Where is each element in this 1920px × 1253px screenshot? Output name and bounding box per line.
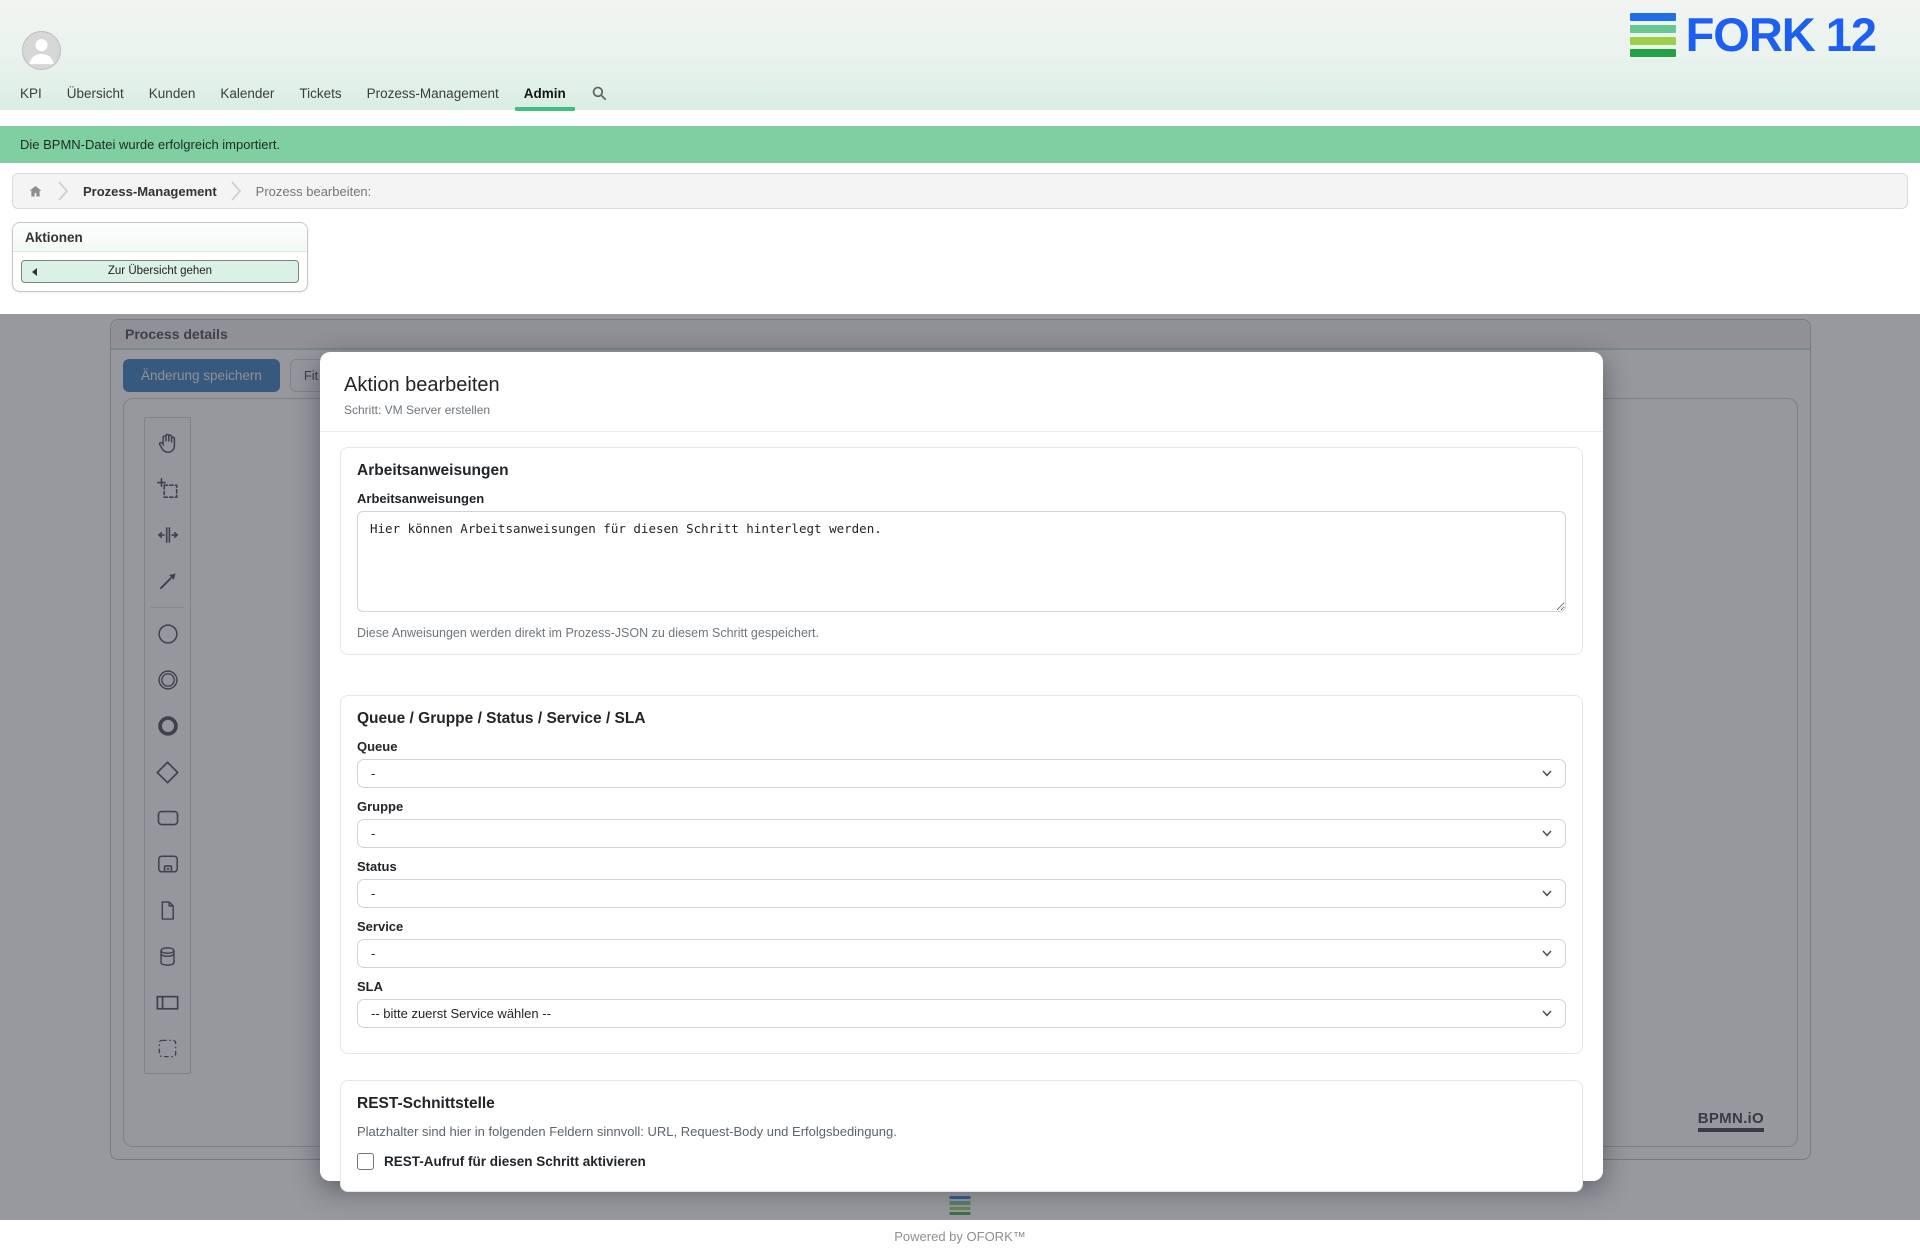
gruppe-label: Gruppe	[357, 799, 1566, 814]
assignment-heading: Queue / Gruppe / Status / Service / SLA	[357, 710, 1566, 728]
modal-header: Aktion bearbeiten Schritt: VM Server ers…	[320, 352, 1603, 432]
gruppe-select[interactable]: -	[357, 819, 1566, 848]
chevron-right-icon	[231, 180, 242, 202]
logo-number: 12	[1826, 13, 1876, 57]
service-label: Service	[357, 919, 1566, 934]
rest-enable-checkbox-label: REST-Aufruf für diesen Schritt aktiviere…	[384, 1154, 646, 1169]
nav-item-uebersicht[interactable]: Übersicht	[67, 86, 124, 101]
queue-label: Queue	[357, 739, 1566, 754]
rest-enable-checkbox[interactable]	[357, 1153, 374, 1170]
user-silhouette-icon	[23, 32, 60, 69]
nav-item-tickets[interactable]: Tickets	[299, 86, 341, 101]
app-header: KPI Übersicht Kunden Kalender Tickets Pr…	[0, 0, 1920, 110]
aktionen-widget-title: Aktionen	[13, 223, 307, 252]
triangle-left-icon	[32, 268, 37, 276]
chevron-down-icon	[1542, 950, 1552, 957]
search-icon[interactable]	[591, 85, 607, 101]
logo-text: FORK	[1686, 13, 1815, 57]
rest-interface-card: REST-Schnittstelle Platzhalter sind hier…	[340, 1080, 1583, 1192]
avatar[interactable]	[22, 31, 61, 70]
modal-subtitle: Schritt: VM Server erstellen	[344, 403, 1579, 417]
work-instructions-label: Arbeitsanweisungen	[357, 491, 1566, 506]
success-banner: Die BPMN-Datei wurde erfolgreich importi…	[0, 126, 1920, 163]
chevron-down-icon	[1542, 1010, 1552, 1017]
modal-body: Arbeitsanweisungen Arbeitsanweisungen Hi…	[320, 447, 1603, 1192]
sla-label: SLA	[357, 979, 1566, 994]
nav-item-kunden[interactable]: Kunden	[149, 86, 196, 101]
work-instructions-heading: Arbeitsanweisungen	[357, 462, 1566, 480]
rest-description: Platzhalter sind hier in folgenden Felde…	[357, 1124, 1566, 1139]
footer-text: Powered by OFORK™	[894, 1229, 1026, 1244]
nav-item-kalender[interactable]: Kalender	[220, 86, 274, 101]
chevron-right-icon	[58, 180, 69, 202]
aktionen-widget: Aktionen Zur Übersicht gehen	[12, 222, 308, 292]
breadcrumb: Prozess-Management Prozess bearbeiten:	[12, 173, 1908, 209]
assignment-card: Queue / Gruppe / Status / Service / SLA …	[340, 695, 1583, 1054]
chevron-down-icon	[1542, 770, 1552, 777]
app-logo[interactable]: FORK 12	[1630, 13, 1876, 57]
nav-item-prozess-management[interactable]: Prozess-Management	[367, 86, 499, 101]
breadcrumb-section[interactable]: Prozess-Management	[83, 184, 217, 199]
main-content: Process details Änderung speichern Fit +	[0, 314, 1920, 1220]
rest-heading: REST-Schnittstelle	[357, 1095, 1566, 1113]
work-instructions-textarea[interactable]: Hier können Arbeitsanweisungen für diese…	[357, 511, 1566, 612]
go-to-overview-button[interactable]: Zur Übersicht gehen	[21, 260, 299, 283]
sla-select[interactable]: -- bitte zuerst Service wählen --	[357, 999, 1566, 1028]
nav-item-kpi[interactable]: KPI	[20, 86, 42, 101]
chevron-down-icon	[1542, 890, 1552, 897]
edit-action-modal: Aktion bearbeiten Schritt: VM Server ers…	[320, 352, 1603, 1181]
work-instructions-card: Arbeitsanweisungen Arbeitsanweisungen Hi…	[340, 447, 1583, 655]
chevron-down-icon	[1542, 830, 1552, 837]
status-label: Status	[357, 859, 1566, 874]
breadcrumb-page: Prozess bearbeiten:	[256, 184, 372, 199]
logo-bars-icon	[1630, 13, 1676, 57]
queue-select[interactable]: -	[357, 759, 1566, 788]
modal-title: Aktion bearbeiten	[344, 374, 1579, 397]
work-instructions-helper: Diese Anweisungen werden direkt im Proze…	[357, 626, 1566, 640]
status-select[interactable]: -	[357, 879, 1566, 908]
service-select[interactable]: -	[357, 939, 1566, 968]
main-nav: KPI Übersicht Kunden Kalender Tickets Pr…	[20, 85, 607, 101]
home-icon[interactable]	[27, 183, 44, 200]
nav-item-admin-active[interactable]: Admin	[524, 86, 566, 101]
page-footer: Powered by OFORK™	[0, 1220, 1920, 1253]
